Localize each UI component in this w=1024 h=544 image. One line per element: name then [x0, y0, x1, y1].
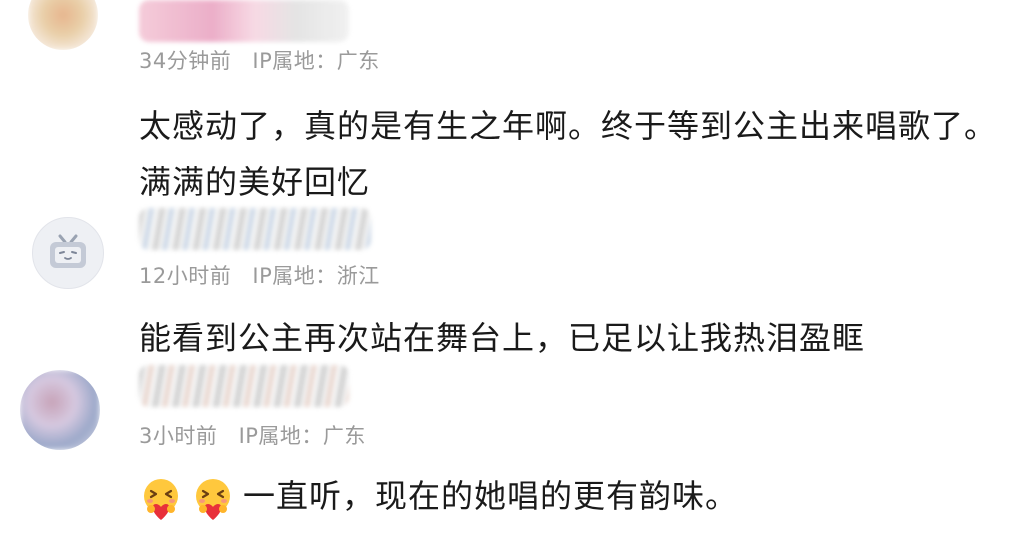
comment-time: 12小时前: [139, 264, 232, 288]
comment-meta: 3小时前 IP属地：广东: [139, 420, 380, 450]
hug-emoji-icon: [144, 479, 178, 520]
avatar[interactable]: [32, 217, 104, 289]
hug-emoji-icon: [196, 479, 230, 520]
comment-item: 12小时前 IP属地：浙江 能看到公主再次站在舞台上，已足以让我热泪盈眶: [0, 205, 1024, 365]
comment-item: 34分钟前 IP属地：广东 太感动了，真的是有生之年啊。终于等到公主出来唱歌了。…: [0, 0, 1024, 201]
comment-ip-location: IP属地：广东: [238, 424, 366, 448]
comment-meta: 12小时前 IP属地：浙江: [139, 260, 394, 290]
blurred-avatar-image: [20, 370, 100, 450]
comment-text-content: 一直听，现在的她唱的更有韵味。: [243, 477, 739, 515]
tv-icon: [50, 234, 86, 268]
blurred-username[interactable]: [139, 0, 349, 42]
comment-meta: 34分钟前 IP属地：广东: [139, 45, 394, 75]
comment-time: 34分钟前: [139, 49, 232, 73]
comment-time: 3小时前: [139, 424, 218, 448]
comment-text: 能看到公主再次站在舞台上，已足以让我热泪盈眶: [139, 319, 866, 357]
avatar[interactable]: [20, 370, 100, 450]
comment-ip-location: IP属地：广东: [252, 49, 380, 73]
blurred-username[interactable]: [139, 208, 371, 250]
comment-text: 太感动了，真的是有生之年啊。终于等到公主出来唱歌了。满满的美好回忆: [139, 107, 998, 201]
blurred-avatar-image: [28, 0, 98, 50]
comment-text: 一直听，现在的她唱的更有韵味。: [139, 468, 999, 524]
comment-ip-location: IP属地：浙江: [252, 264, 380, 288]
comment-item: 3小时前 IP属地：广东 一直听，现在的她唱的更有韵味。: [0, 365, 1024, 544]
avatar[interactable]: [28, 0, 98, 50]
blurred-username[interactable]: [139, 365, 349, 407]
